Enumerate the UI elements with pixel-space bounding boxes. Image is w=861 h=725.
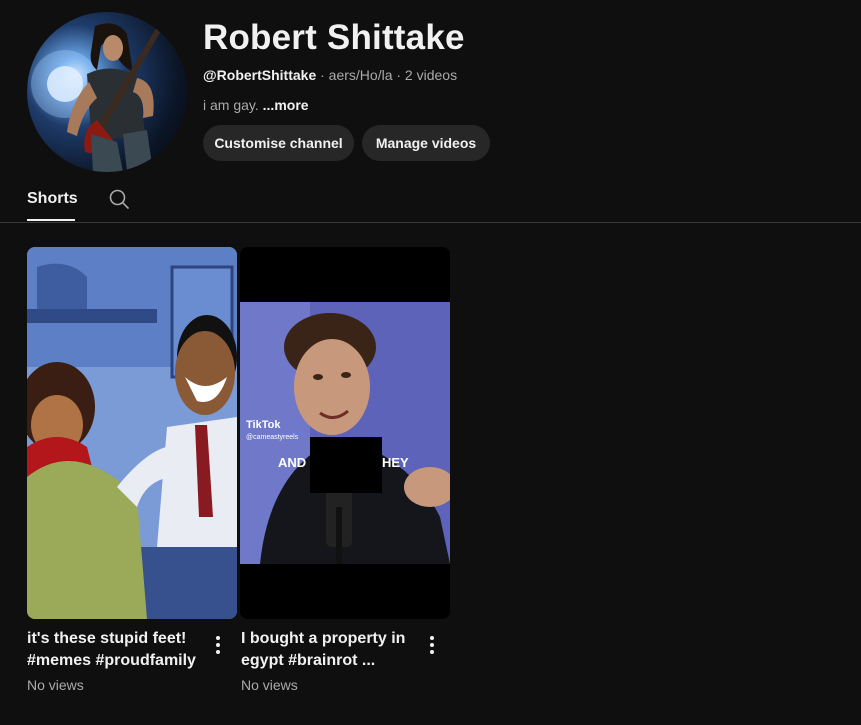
short-views: No views bbox=[241, 677, 298, 693]
customise-channel-button[interactable]: Customise channel bbox=[203, 125, 354, 161]
tiktok-account-text: @cameastyreels bbox=[246, 434, 299, 441]
video-thumbnail-image bbox=[240, 247, 450, 619]
short-thumbnail[interactable] bbox=[27, 247, 237, 619]
channel-handle: @RobertShittake bbox=[203, 67, 317, 83]
tiktok-logo-text: TikTok bbox=[246, 419, 281, 431]
more-actions-icon[interactable] bbox=[422, 635, 442, 655]
active-tab-indicator bbox=[27, 219, 75, 221]
manage-videos-button[interactable]: Manage videos bbox=[362, 125, 490, 161]
caption-left-text: AND bbox=[278, 455, 307, 470]
avatar-image bbox=[31, 20, 165, 172]
short-views: No views bbox=[27, 677, 84, 693]
search-icon[interactable] bbox=[108, 188, 130, 210]
channel-meta-rest: · aers/Ho/la · 2 videos bbox=[316, 67, 458, 83]
tab-shorts[interactable]: Shorts bbox=[27, 190, 78, 208]
more-actions-icon[interactable] bbox=[208, 635, 228, 655]
short-title[interactable]: I bought a property in egypt #brainrot .… bbox=[241, 628, 421, 672]
caption-right-text: HEY bbox=[382, 455, 409, 470]
channel-description[interactable]: i am gay. ...more bbox=[203, 97, 309, 113]
tabs-divider bbox=[0, 222, 861, 223]
short-title[interactable]: it's these stupid feet! #memes #proudfam… bbox=[27, 628, 207, 672]
short-thumbnail[interactable]: TikTok @cameastyreels AND HEY bbox=[240, 247, 450, 619]
more-link[interactable]: ...more bbox=[263, 97, 309, 113]
channel-avatar[interactable] bbox=[27, 12, 187, 172]
channel-name: Robert Shittake bbox=[203, 18, 465, 57]
cartoon-thumbnail-image bbox=[27, 247, 237, 619]
description-text: i am gay. bbox=[203, 97, 263, 113]
channel-meta: @RobertShittake · aers/Ho/la · 2 videos bbox=[203, 67, 457, 83]
